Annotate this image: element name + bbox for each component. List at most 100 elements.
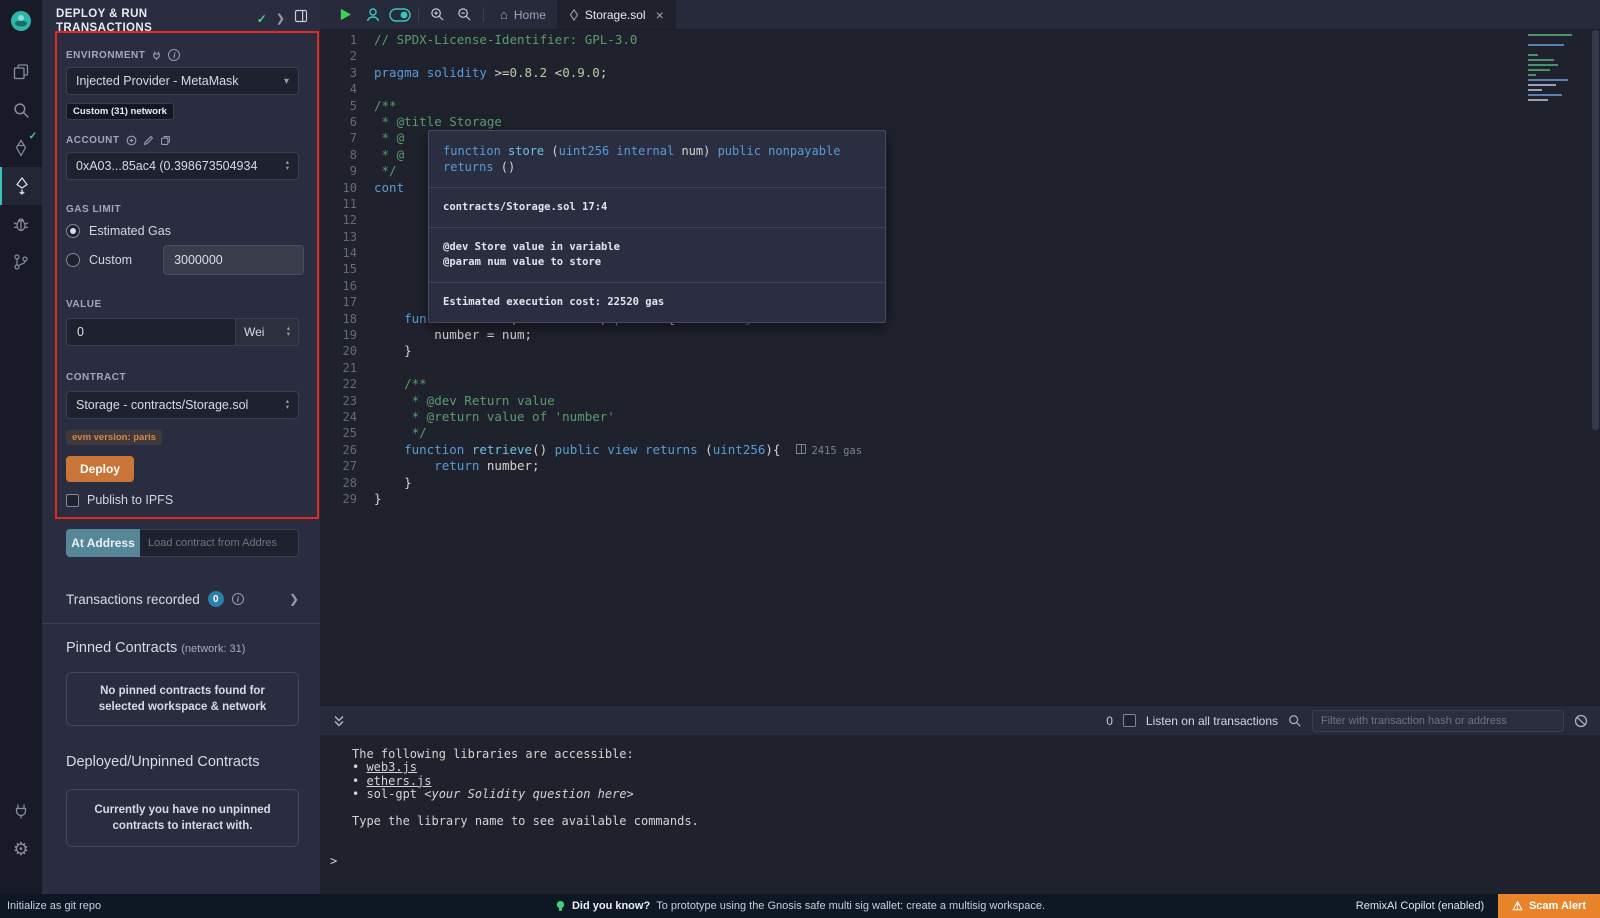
custom-gas-input[interactable] bbox=[163, 245, 304, 275]
line-number: 21 bbox=[320, 360, 374, 376]
status-bar: Initialize as git repo Did you know? To … bbox=[0, 894, 1600, 918]
code-editor[interactable]: 1// SPDX-License-Identifier: GPL-3.023pr… bbox=[320, 30, 1600, 705]
line-number: 19 bbox=[320, 327, 374, 343]
code-line: 29} bbox=[320, 491, 1600, 507]
did-you-know-tip: Did you know? To prototype using the Gno… bbox=[555, 900, 1045, 912]
transaction-filter-input[interactable] bbox=[1312, 710, 1564, 732]
code-line: 28 } bbox=[320, 475, 1600, 491]
value-label: VALUE bbox=[66, 299, 102, 310]
scam-alert-button[interactable]: ⚠ Scam Alert bbox=[1498, 894, 1600, 918]
plugin-manager-icon[interactable] bbox=[0, 792, 42, 830]
at-address-button[interactable]: At Address bbox=[66, 529, 140, 557]
deploy-and-run-icon[interactable] bbox=[0, 167, 42, 205]
panel-expand-chevron-icon[interactable]: ❯ bbox=[276, 12, 285, 25]
terminal-prompt[interactable]: > bbox=[330, 854, 1600, 868]
run-script-play-icon[interactable] bbox=[332, 0, 359, 29]
code-line: 24 * @return value of 'number' bbox=[320, 409, 1600, 425]
debugger-icon[interactable] bbox=[0, 205, 42, 243]
network-badge: Custom (31) network bbox=[66, 103, 174, 120]
tooltip-signature: function store (uint256 internal num) pu… bbox=[429, 131, 885, 187]
value-input[interactable] bbox=[66, 318, 236, 346]
deploy-button[interactable]: Deploy bbox=[66, 456, 134, 482]
custom-gas-radio[interactable] bbox=[66, 253, 80, 267]
ai-assistant-person-icon[interactable] bbox=[359, 0, 386, 29]
minimap[interactable] bbox=[1528, 34, 1586, 104]
file-explorer-icon[interactable] bbox=[0, 53, 42, 91]
solidity-compiler-icon[interactable]: ✓ bbox=[0, 129, 42, 167]
panel-check-icon: ✓ bbox=[257, 12, 267, 26]
line-number: 12 bbox=[320, 212, 374, 228]
git-init-status[interactable]: Initialize as git repo bbox=[0, 900, 101, 912]
terminal-line: • sol-gpt <your Solidity question here> bbox=[352, 788, 1600, 801]
solidity-file-icon bbox=[569, 9, 579, 21]
code-line: 5/** bbox=[320, 98, 1600, 114]
terminal-tx-count: 0 bbox=[1106, 714, 1113, 728]
line-number: 13 bbox=[320, 229, 374, 245]
publish-ipfs-checkbox[interactable] bbox=[66, 494, 79, 507]
line-number: 8 bbox=[320, 147, 374, 163]
line-number: 7 bbox=[320, 130, 374, 146]
tab-home[interactable]: ⌂ Home bbox=[489, 0, 558, 29]
stepper-icon: ▴▾ bbox=[286, 399, 289, 411]
copy-account-icon[interactable] bbox=[160, 135, 171, 146]
deployed-contracts-title: Deployed/Unpinned Contracts bbox=[66, 754, 299, 770]
estimated-gas-radio[interactable] bbox=[66, 224, 80, 238]
create-account-icon[interactable] bbox=[126, 135, 137, 146]
terminal-output: The following libraries are accessible:•… bbox=[352, 748, 1600, 828]
panel-pin-icon[interactable] bbox=[294, 9, 308, 28]
divider bbox=[42, 623, 320, 624]
environment-plug-icon[interactable] bbox=[151, 50, 162, 61]
code-line: 26 function retrieve() public view retur… bbox=[320, 442, 1600, 458]
settings-gear-icon[interactable]: ⚙ bbox=[0, 830, 42, 868]
at-address-input[interactable] bbox=[140, 529, 299, 557]
line-number: 24 bbox=[320, 409, 374, 425]
line-number: 29 bbox=[320, 491, 374, 507]
copilot-status[interactable]: RemixAI Copilot (enabled) bbox=[1356, 900, 1484, 912]
value-unit-select[interactable]: Wei ▴▾ bbox=[236, 318, 299, 346]
environment-select[interactable]: Injected Provider - MetaMask ▾ bbox=[66, 67, 299, 95]
line-number: 25 bbox=[320, 425, 374, 441]
copilot-toggle-icon[interactable] bbox=[386, 0, 413, 29]
terminal[interactable]: The following libraries are accessible:•… bbox=[320, 735, 1600, 894]
contract-label: CONTRACT bbox=[66, 372, 126, 383]
publish-ipfs-row: Publish to IPFS bbox=[66, 493, 299, 507]
transactions-info-icon[interactable]: i bbox=[232, 593, 244, 605]
code-line: 3pragma solidity >=0.8.2 <0.9.0; bbox=[320, 65, 1600, 81]
code-line: 20 } bbox=[320, 343, 1600, 359]
line-number: 23 bbox=[320, 393, 374, 409]
contract-select[interactable]: Storage - contracts/Storage.sol ▴▾ bbox=[66, 391, 299, 419]
line-number: 26 bbox=[320, 442, 374, 458]
code-line: 4 bbox=[320, 81, 1600, 97]
line-number: 27 bbox=[320, 458, 374, 474]
environment-info-icon[interactable]: i bbox=[168, 49, 180, 61]
close-tab-icon[interactable]: × bbox=[656, 7, 664, 23]
line-number: 2 bbox=[320, 48, 374, 64]
tab-storage-sol[interactable]: Storage.sol × bbox=[558, 0, 676, 29]
evm-version-badge: evm version: paris bbox=[66, 430, 162, 445]
environment-label: ENVIRONMENT bbox=[66, 50, 145, 61]
line-number: 16 bbox=[320, 278, 374, 294]
remix-logo-icon[interactable] bbox=[8, 8, 34, 39]
source-control-icon[interactable] bbox=[0, 243, 42, 281]
terminal-collapse-icon[interactable] bbox=[332, 714, 346, 728]
pinned-contracts-title: Pinned Contracts (network: 31) bbox=[66, 640, 299, 656]
clear-console-icon[interactable] bbox=[1574, 714, 1588, 728]
sign-message-pencil-icon[interactable] bbox=[143, 135, 154, 146]
line-number: 11 bbox=[320, 196, 374, 212]
editor-scrollbar[interactable] bbox=[1591, 30, 1600, 705]
line-number: 10 bbox=[320, 180, 374, 196]
terminal-line: • ethers.js bbox=[352, 775, 1600, 788]
code-line: 25 */ bbox=[320, 425, 1600, 441]
transactions-count-badge: 0 bbox=[208, 591, 224, 607]
tooltip-location: contracts/Storage.sol 17:4 bbox=[429, 187, 885, 227]
line-number: 18 bbox=[320, 311, 374, 327]
zoom-in-icon[interactable] bbox=[424, 0, 451, 29]
remix-ide: ✓ ⚙ DEPLOY & RUN bbox=[0, 0, 1600, 918]
line-number: 3 bbox=[320, 65, 374, 81]
transactions-expand-chevron-icon[interactable]: ❯ bbox=[289, 592, 299, 606]
search-icon[interactable] bbox=[0, 91, 42, 129]
account-select[interactable]: 0xA03...85ac4 (0.398673504934 ▴▾ bbox=[66, 152, 299, 180]
zoom-out-icon[interactable] bbox=[451, 0, 478, 29]
listen-all-transactions-checkbox[interactable] bbox=[1123, 714, 1136, 727]
terminal-line: • web3.js bbox=[352, 761, 1600, 774]
